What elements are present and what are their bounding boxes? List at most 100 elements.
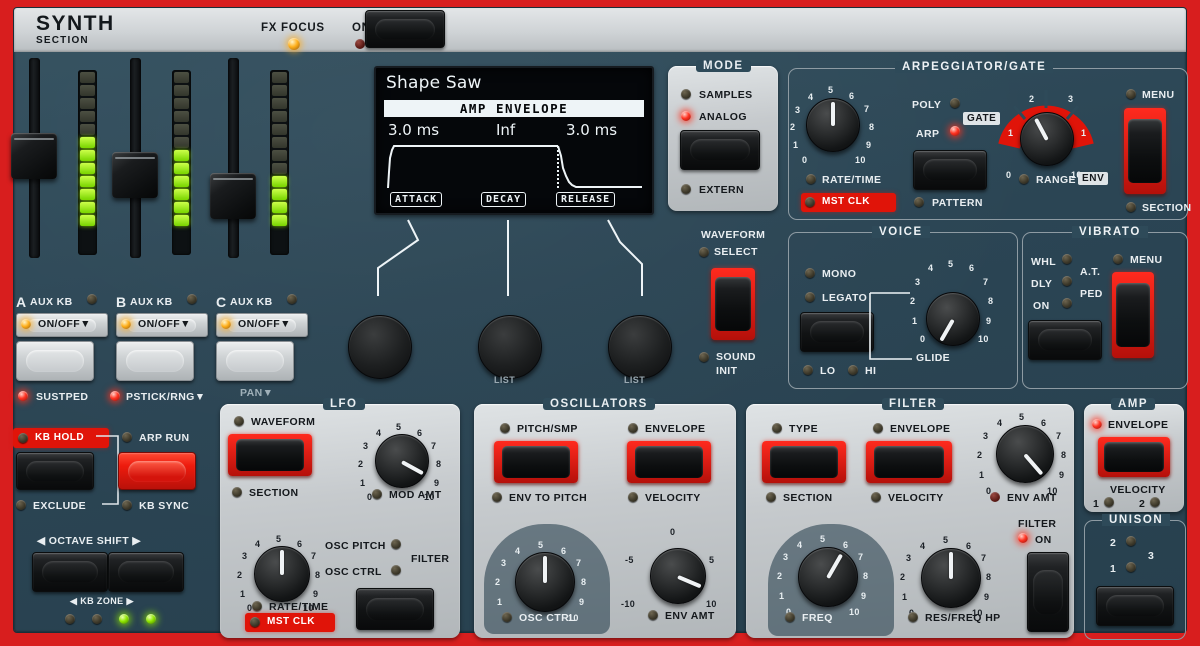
glide-knob[interactable] [926, 292, 980, 346]
arp-range-knob[interactable] [1020, 112, 1074, 166]
waveform-select-label-2: SELECT [714, 246, 758, 258]
filter-section-label: SECTION [783, 492, 832, 504]
amp-title: AMP [1111, 398, 1155, 410]
mode-title: MODE [696, 60, 751, 72]
aux-c-onoff-led [221, 319, 231, 329]
fader-handle-1[interactable] [11, 133, 57, 179]
lcd-banner-text: AMP ENVELOPE [384, 100, 644, 117]
vibrato-dly-label: DLY [1031, 278, 1052, 290]
filter-type-button[interactable] [762, 441, 846, 483]
waveform-select-button[interactable] [711, 268, 755, 340]
fader-handle-2[interactable] [112, 152, 158, 198]
voice-title: VOICE [872, 226, 930, 238]
arp-mst-clk-badge[interactable]: MST CLK [801, 193, 896, 212]
filter-type-label: TYPE [789, 423, 818, 435]
lfo-rate-led [252, 601, 262, 611]
osc-envelope-button[interactable] [627, 441, 711, 483]
fader-handle-3[interactable] [210, 173, 256, 219]
aux-b-label: AUX KB [130, 296, 173, 308]
kb-hold-badge[interactable]: KB HOLD [13, 428, 109, 448]
extern-led [681, 184, 691, 194]
envelope-graph [386, 142, 644, 190]
encoder-release-label: LIST [624, 375, 645, 385]
filter-env-amt-knob[interactable] [996, 425, 1054, 483]
arp-pattern-button[interactable] [913, 150, 987, 190]
kb-hold-button[interactable] [16, 452, 94, 490]
arp-poly-label: POLY [912, 99, 941, 111]
voice-button[interactable] [800, 312, 874, 352]
filter-res-knob[interactable] [921, 548, 981, 608]
lfo-rate-scale-2: 2 [237, 570, 242, 580]
fx-focus-led [288, 38, 300, 50]
sound-init-led [699, 352, 709, 362]
osc-ctrl-knob[interactable] [515, 552, 575, 612]
lfo-filter-label: FILTER [411, 553, 449, 565]
encoder-release[interactable] [608, 315, 672, 379]
aux-c-letter: C [216, 294, 227, 310]
oscenv-scale-5: 5 [709, 555, 714, 565]
freq-scale-10: 10 [849, 607, 860, 617]
arp-menu-button[interactable] [1124, 108, 1166, 194]
freq-scale-9: 9 [861, 591, 866, 601]
filter-title: FILTER [882, 398, 944, 410]
osc-pitch-smp-label: PITCH/SMP [517, 423, 578, 435]
glide-scale-0: 0 [920, 334, 925, 344]
mode-extern-label: EXTERN [699, 184, 744, 196]
octave-shift-label: ◀ OCTAVE SHIFT ▶ [37, 535, 141, 547]
arp-pattern-label: PATTERN [932, 197, 983, 209]
aux-c-onoff-label: ON/OFF▼ [238, 318, 291, 330]
arp-scale-5: 5 [828, 85, 833, 95]
osc-pitch-button[interactable] [494, 441, 578, 483]
lfo-mod-amt-knob[interactable] [375, 434, 429, 488]
lfo-destination-button[interactable] [356, 588, 434, 630]
vibrato-menu-button[interactable] [1112, 272, 1154, 358]
osc-velocity-label: VELOCITY [645, 492, 701, 504]
waveform-select-led [699, 247, 709, 257]
lfo-mst-clk-badge[interactable]: MST CLK [245, 613, 335, 632]
osc-env-amt-knob[interactable] [650, 548, 706, 604]
header-strip: SYNTH SECTION FX FOCUS ON [14, 8, 1186, 52]
arp-section-label: SECTION [1142, 202, 1191, 214]
aux-a-pad-button[interactable] [16, 341, 94, 381]
glide-scale-2: 2 [910, 296, 915, 306]
arp-run-button[interactable] [118, 452, 196, 490]
amp-envelope-button[interactable] [1098, 437, 1170, 477]
aux-a-led [87, 294, 97, 304]
encoder-attack[interactable] [348, 315, 412, 379]
lfo-mod-scale-8: 8 [436, 459, 441, 469]
lfo-osc-pitch-label: OSC PITCH [325, 540, 386, 552]
freq-scale-6: 6 [843, 540, 848, 550]
octave-shift-up-button[interactable] [108, 552, 184, 592]
unison-2-led [1126, 536, 1136, 546]
voice-mono-led [805, 268, 815, 278]
filter-freq-knob[interactable] [798, 547, 858, 607]
lfo-waveform-button[interactable] [228, 434, 312, 476]
lfo-rate-knob[interactable] [254, 546, 310, 602]
lfo-osc-ctrl-label: OSC CTRL [325, 566, 382, 578]
amp-envelope-led [1092, 419, 1102, 429]
range-scale-3: 3 [1068, 94, 1073, 104]
encoder-decay-label: LIST [494, 375, 515, 385]
synth-on-button[interactable] [365, 10, 445, 48]
encoder-decay[interactable] [478, 315, 542, 379]
glide-scale-3: 3 [915, 277, 920, 287]
unison-button[interactable] [1096, 586, 1174, 626]
filter-on-button[interactable] [1027, 552, 1069, 632]
arp-rate-knob[interactable] [806, 98, 860, 152]
amp-envelope-label: ENVELOPE [1108, 419, 1168, 431]
vibrato-menu-label: MENU [1130, 254, 1163, 266]
aux-b-pad-button[interactable] [116, 341, 194, 381]
glide-scale-8: 8 [988, 296, 993, 306]
fenv-scale-4: 4 [997, 418, 1002, 428]
lfo-mod-amt-label: MOD AMT [389, 489, 442, 501]
aux-c-pad-button[interactable] [216, 341, 294, 381]
filter-envelope-button[interactable] [866, 441, 952, 483]
level-meter-2 [172, 70, 191, 255]
unison-3-label: 3 [1148, 550, 1154, 562]
filter-res-label: RES/FREQ HP [925, 612, 1001, 624]
octave-shift-down-button[interactable] [32, 552, 108, 592]
fenv-scale-2: 2 [977, 450, 982, 460]
vibrato-button[interactable] [1028, 320, 1102, 360]
fenv-scale-1: 1 [979, 470, 984, 480]
mode-button[interactable] [680, 130, 760, 170]
